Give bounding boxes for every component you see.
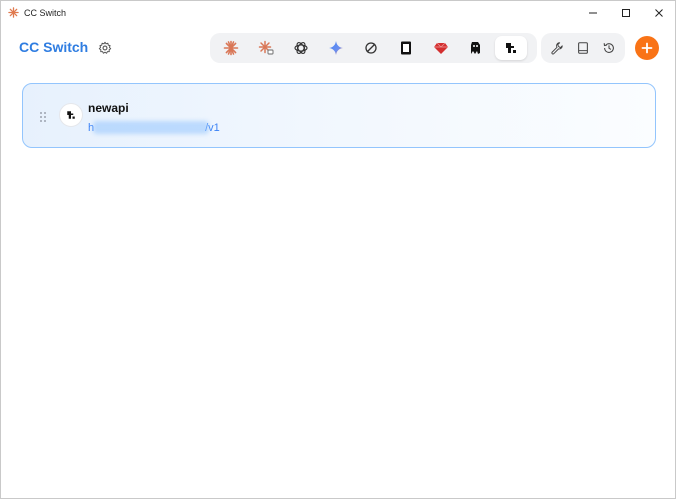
history-icon [603,43,614,53]
app-logo-icon [8,7,19,18]
tab-claude[interactable] [215,36,247,60]
gear-icon[interactable] [98,41,112,55]
app-switcher [210,33,537,63]
tab-ruby[interactable] [425,36,457,60]
avatar [59,103,83,127]
window-title: CC Switch [24,7,67,18]
tab-claude-desktop[interactable] [250,36,282,60]
drag-handle-icon[interactable] [39,111,47,123]
claude-icon [223,40,239,56]
maximize-button[interactable] [609,1,642,24]
book-icon [578,42,588,54]
provider-card[interactable]: newapi h/v1 [22,83,656,148]
close-icon [654,8,663,17]
tab-newapi[interactable] [495,36,527,60]
newapi-icon [67,111,75,119]
terminal-app-icon [401,41,411,55]
minimize-icon [588,12,597,13]
toolbar [541,33,625,63]
add-provider-button[interactable] [635,36,659,60]
app-brand: CC Switch [19,39,89,55]
gemini-icon [329,41,343,55]
close-button[interactable] [642,1,675,24]
newapi-icon [506,43,516,53]
openai-icon [294,42,308,54]
minimize-button[interactable] [576,1,609,24]
maximize-icon [621,8,630,17]
plus-icon [641,42,653,54]
tab-opencode[interactable] [355,36,387,60]
tab-codex[interactable] [285,36,317,60]
url-blur-mask [93,121,209,134]
tab-gemini[interactable] [320,36,352,60]
tab-terminal-app[interactable] [390,36,422,60]
history-button[interactable] [597,36,620,60]
tab-agent[interactable] [460,36,492,60]
settings-tools-button[interactable] [546,36,569,60]
ruby-icon [434,42,448,54]
provider-name: newapi [88,101,129,115]
agent-icon [471,42,480,54]
opencode-icon [365,42,377,54]
title-bar: CC Switch [1,1,675,24]
wrench-icon [551,42,564,55]
docs-button[interactable] [572,36,595,60]
claude-desktop-icon [258,40,274,55]
